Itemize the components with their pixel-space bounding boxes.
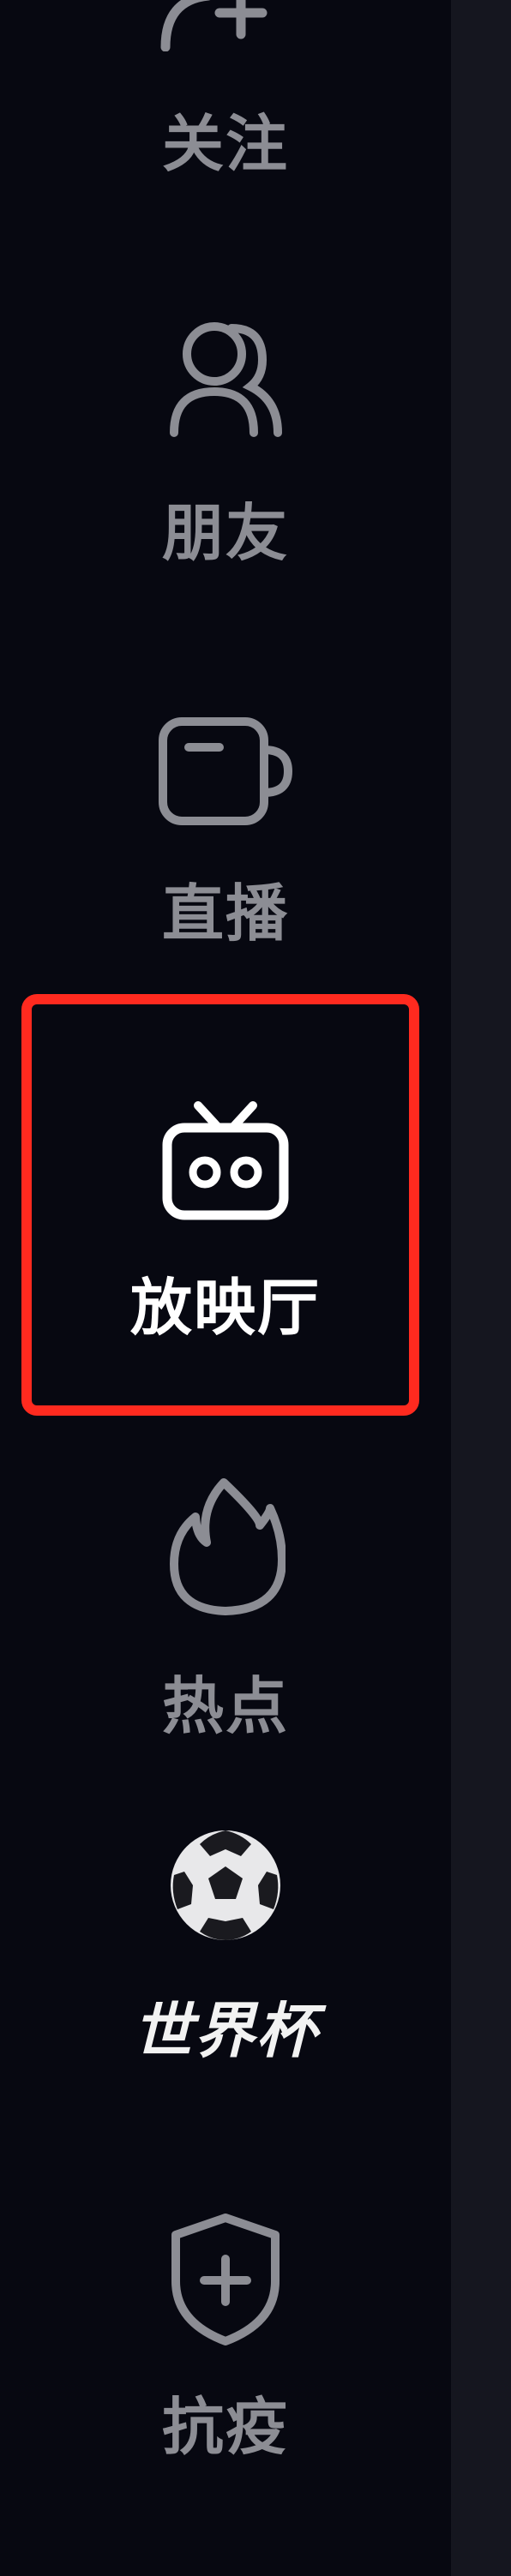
sidebar-item-follow[interactable]: 关注	[0, 0, 451, 223]
shield-plus-icon	[171, 2214, 280, 2345]
sidebar-item-label: 世界杯	[133, 1996, 318, 2066]
sidebar-item-label: 直播	[161, 878, 289, 950]
content-edge	[451, 0, 511, 2576]
sidebar-item-antiepidemic[interactable]: 抗疫	[0, 2194, 451, 2502]
sidebar-item-label: 热点	[161, 1670, 289, 1742]
sidebar-item-worldcup[interactable]: 世界杯	[0, 1817, 451, 2091]
flame-icon	[170, 1478, 286, 1615]
sidebar-item-label: 朋友	[161, 497, 289, 569]
live-icon	[159, 717, 292, 825]
soccer-ball-icon	[171, 1830, 280, 1940]
sidebar-item-label: 抗疫	[161, 2391, 289, 2463]
sidebar-item-friends[interactable]: 朋友	[0, 291, 451, 583]
friends-icon	[170, 322, 282, 437]
sidebar-item-live[interactable]: 直播	[0, 677, 451, 968]
sidebar-item-label: 关注	[161, 108, 289, 180]
follow-plus-icon	[160, 0, 268, 51]
sidebar-item-hot[interactable]: 热点	[0, 1457, 451, 1748]
sidebar-item-cinema[interactable]: 放映厅	[0, 1011, 451, 1405]
sidebar-item-label: 放映厅	[129, 1272, 321, 1344]
sidebar-nav: 关注 朋友 直播 放映厅 热点 世界杯 抗疫	[0, 0, 451, 2576]
tv-icon	[162, 1101, 289, 1220]
